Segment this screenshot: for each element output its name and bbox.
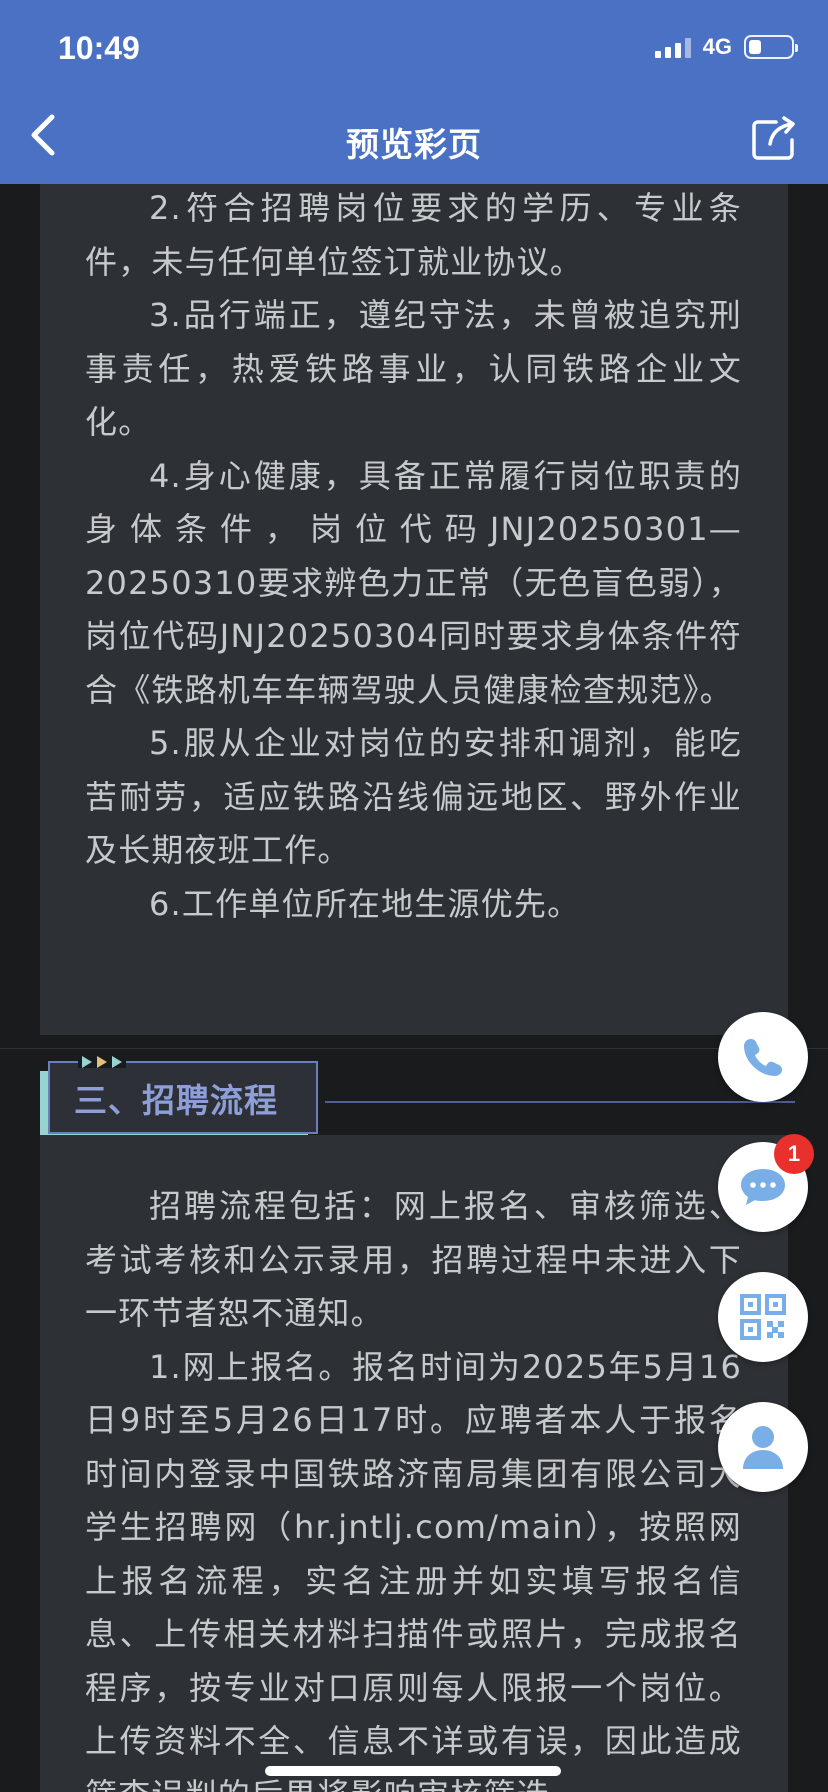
status-time: 10:49 xyxy=(58,30,140,66)
qr-code-icon xyxy=(740,1294,786,1340)
section-title: 三、招聘流程 xyxy=(74,1080,278,1120)
heading-rule xyxy=(325,1101,795,1103)
requirements-text: 2.符合招聘岗位要求的学历、专业条件，未与任何单位签订就业协议。 3.品行端正，… xyxy=(85,182,742,931)
page-title: 预览彩页 xyxy=(346,125,482,164)
paragraph: 1.网上报名。报名时间为2025年5月16日9时至5月26日17时。应聘者本人于… xyxy=(85,1347,742,1792)
status-indicators: 4G xyxy=(654,34,798,60)
chat-icon xyxy=(741,1169,785,1205)
qr-code-button[interactable] xyxy=(718,1272,808,1362)
section-divider xyxy=(0,1048,828,1049)
home-indicator[interactable] xyxy=(265,1766,561,1776)
paragraph: 3.品行端正，遵纪守法，未曾被追究刑事责任，热爱铁路事业，认同铁路企业文化。 xyxy=(85,296,742,441)
paragraph: 招聘流程包括：网上报名、审核筛选、考试考核和公示录用，招聘过程中未进入下一环节者… xyxy=(85,1187,742,1332)
process-text: 招聘流程包括：网上报名、审核筛选、考试考核和公示录用，招聘过程中未进入下一环节者… xyxy=(85,1180,742,1792)
unread-badge: 1 xyxy=(774,1134,814,1174)
paragraph: 2.符合招聘岗位要求的学历、专业条件，未与任何单位签订就业协议。 xyxy=(85,189,742,281)
user-icon xyxy=(743,1426,783,1469)
paragraph: 6.工作单位所在地生源优先。 xyxy=(149,884,581,923)
screen: 10:49 4G 预览彩页 2.符合招聘岗位要求的学历、专业条件，未与任何单位签… xyxy=(0,0,828,1792)
profile-button[interactable] xyxy=(718,1402,808,1492)
signal-icon xyxy=(654,36,691,58)
network-type: 4G xyxy=(702,34,732,59)
message-button[interactable]: 1 xyxy=(718,1134,814,1232)
heading-box: 三、招聘流程 xyxy=(48,1061,318,1134)
paragraph: 4.身心健康，具备正常履行岗位职责的身体条件，岗位代码JNJ20250301—2… xyxy=(85,456,742,709)
battery-icon xyxy=(744,35,798,59)
call-button[interactable] xyxy=(718,1012,808,1102)
battery-level xyxy=(749,40,761,54)
phone-icon xyxy=(744,1039,782,1076)
paragraph: 5.服从企业对岗位的安排和调剂，能吃苦耐劳，适应铁路沿线偏远地区、野外作业及长期… xyxy=(85,724,742,869)
share-icon xyxy=(752,116,795,160)
share-button[interactable] xyxy=(748,114,798,164)
heading-arrows-icon xyxy=(78,1056,126,1068)
header-bar: 10:49 4G 预览彩页 xyxy=(0,0,828,184)
